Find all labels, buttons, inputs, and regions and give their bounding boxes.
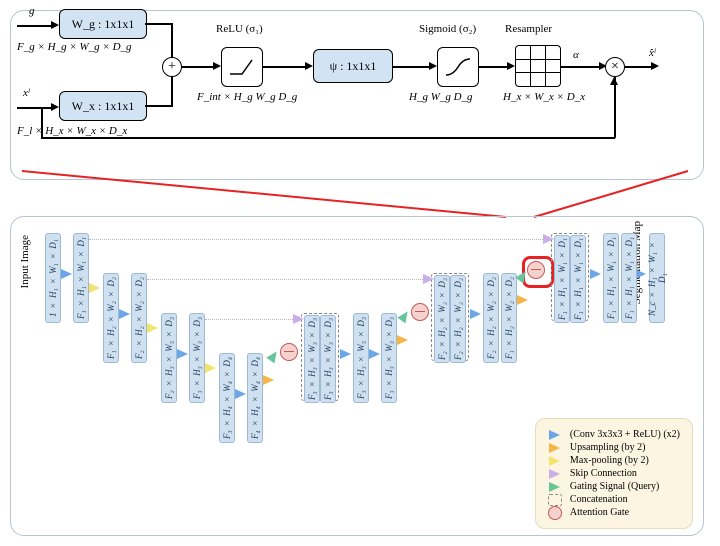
attention-gate-3 — [280, 343, 298, 361]
dec1-d: F₁ × H₁ × W₁ × D₁ — [621, 233, 637, 323]
dec2-a: F₂ × H₂ × W₂ × D₂ — [434, 275, 450, 363]
fg-dims: F_g × H_g × W_g × D_g — [17, 41, 132, 53]
fl-dims: F_l × H_x × W_x × D_x — [17, 125, 127, 137]
out-block: N_c × H₁ × W₁ × D₁ — [649, 233, 665, 323]
dec2-d: F₁ × H₂ × W₂ × D₂ — [501, 273, 517, 363]
attention-gate-2 — [411, 303, 429, 321]
enc-block-0: 1 × H₁ × W₁ × D₁ — [45, 233, 61, 323]
legend-box: (Conv 3x3x3 + ReLU) (x2) Upsampling (by … — [535, 418, 693, 529]
wg-conv-box: W_g : 1x1x1 — [59, 9, 147, 39]
relu-label: ReLU (σ₁) — [216, 23, 263, 35]
resampler-grid-icon — [515, 45, 561, 87]
sigmoid-box — [437, 47, 479, 87]
dec1-c: F₁ × H₁ × W₁ × D₁ — [603, 233, 619, 323]
dec1-a: F₁ × H₁ × W₁ × D₁ — [554, 235, 570, 323]
input-xl-label: xˡ — [23, 87, 29, 99]
dec2-c: F₂ × H₂ × W₂ × D₂ — [483, 273, 499, 363]
dec3-b: F₃ × H₃ × W₃ × D₃ — [320, 315, 336, 403]
legend-gate: Gating Signal (Query) — [570, 481, 659, 492]
mul-op-icon: × — [605, 57, 625, 77]
legend-skip: Skip Connection — [570, 468, 637, 479]
resampler-label: Resampler — [505, 23, 552, 35]
unet-architecture-panel: Input Image Segmentation Map 1 × H₁ × W₁… — [10, 216, 704, 536]
dec3-c: F₃ × H₃ × W₃ × D₃ — [353, 313, 369, 403]
legend-maxpool: Max-pooling (by 2) — [570, 455, 649, 466]
enc-block-2: F₁ × H₂ × W₂ × D₂ — [103, 273, 119, 363]
sum-op-icon: + — [162, 57, 182, 77]
fint-dims: F_int × H_g W_g D_g — [197, 91, 297, 103]
enc-block-5: F₃ × H₃ × W₃ × D₃ — [189, 313, 205, 403]
output-xhat-label: x̂ˡ — [649, 47, 655, 59]
psi-conv-box: ψ : 1x1x1 — [313, 49, 393, 83]
legend-ag: Attention Gate — [570, 507, 629, 518]
hg-dims: H_g W_g D_g — [409, 91, 473, 103]
hx-dims: H_x × W_x × D_x — [503, 91, 585, 103]
enc-block-7: F₄ × H₄ × W₄ × D₄ — [247, 353, 263, 443]
dec2-b: F₂ × H₂ × W₂ × D₂ — [450, 275, 466, 363]
enc-block-6: F₃ × H₄ × W₄ × D₄ — [219, 353, 235, 443]
dec3-a: F₃ × H₃ × W₃ × D₃ — [304, 315, 320, 403]
alpha-label: α — [573, 49, 579, 61]
legend-upsamp: Upsampling (by 2) — [570, 442, 646, 453]
dec1-b: F₁ × H₁ × W₁ × D₁ — [570, 235, 586, 323]
sigmoid-label: Sigmoid (σ₂) — [419, 23, 476, 35]
input-image-label: Input Image — [19, 235, 31, 288]
legend-conv: (Conv 3x3x3 + ReLU) (x2) — [570, 429, 680, 440]
wx-conv-box: W_x : 1x1x1 — [59, 91, 147, 121]
attention-gate-detail-panel: g W_g : 1x1x1 F_g × H_g × W_g × D_g xˡ W… — [10, 10, 704, 180]
input-g-label: g — [29, 5, 35, 17]
dec3-d: F₃ × H₃ × W₃ × D₃ — [381, 313, 397, 403]
relu-box — [221, 47, 263, 87]
legend-concat: Concatenation — [570, 494, 628, 505]
enc-block-3: F₂ × H₂ × W₂ × D₂ — [131, 273, 147, 363]
enc-block-1: F₁ × H₁ × W₁ × D₁ — [73, 233, 89, 323]
enc-block-4: F₂ × H₃ × W₃ × D₃ — [161, 313, 177, 403]
